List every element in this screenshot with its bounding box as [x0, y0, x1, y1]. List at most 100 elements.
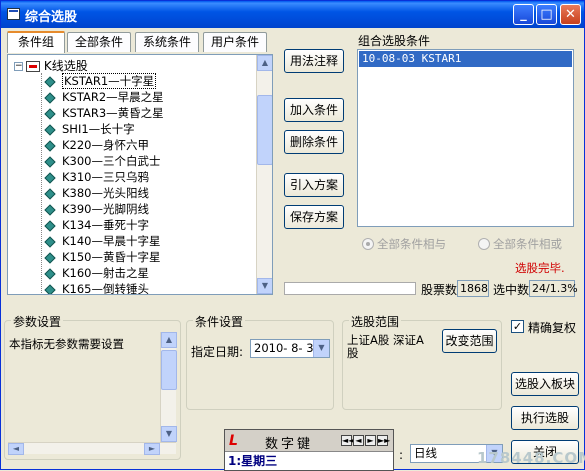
list-item[interactable]: 10-08-03 KSTAR1 — [359, 51, 572, 67]
or-radio[interactable] — [478, 238, 490, 250]
tree-item[interactable]: K220—身怀六甲 — [44, 137, 149, 153]
change-range-button[interactable]: 改变范围 — [442, 329, 497, 353]
scroll-up-icon[interactable]: ▲ — [257, 55, 272, 71]
param-text: 本指标无参数需要设置 — [9, 337, 124, 351]
close-window-button[interactable]: ✕ — [560, 4, 581, 25]
combo-conditions-label: 组合选股条件 — [358, 34, 431, 48]
formula-icon — [44, 107, 56, 120]
add-condition-button[interactable]: 加入条件 — [284, 98, 344, 122]
condition-tree[interactable]: − K线选股 KSTAR1—十字星 KSTAR2—早晨之星 KSTAR3—黄昏之… — [7, 54, 273, 295]
formula-icon — [44, 235, 56, 248]
usage-notes-button[interactable]: 用法注释 — [284, 49, 344, 73]
tree-item[interactable]: K300—三个白武士 — [44, 153, 161, 169]
scroll-down-icon[interactable]: ▼ — [257, 278, 272, 294]
tree-item[interactable]: KSTAR2—早晨之星 — [44, 89, 164, 105]
date-value: 2010- 8- 3 — [254, 341, 314, 355]
range-text: 上证A股 深证A股 — [347, 333, 424, 360]
formula-icon — [44, 123, 56, 136]
param-hscrollbar[interactable]: ◄ ► — [8, 442, 176, 455]
delete-condition-button[interactable]: 删除条件 — [284, 130, 344, 154]
formula-icon — [44, 187, 56, 200]
tab-system-conditions[interactable]: 系统条件 — [135, 32, 199, 52]
formula-icon — [44, 203, 56, 216]
folder-icon — [26, 61, 40, 72]
tree-item[interactable]: KSTAR3—黄昏之星 — [44, 105, 164, 121]
prev-page-icon[interactable]: ◄ — [353, 435, 364, 446]
or-radio-label: 全部条件相或 — [493, 237, 562, 251]
formula-icon — [44, 139, 56, 152]
tree-root-label: K线选股 — [43, 59, 88, 73]
window-title: 综合选股 — [25, 10, 78, 25]
run-selection-button[interactable]: 执行选股 — [511, 406, 579, 430]
scroll-up-icon[interactable]: ▲ — [161, 332, 177, 348]
title-bar[interactable]: 综合选股 _ □ ✕ — [1, 1, 584, 28]
and-radio[interactable] — [362, 238, 374, 250]
tree-scrollbar[interactable]: ▲ ▼ — [256, 55, 272, 294]
condition-setting-group: 条件设置 — [186, 313, 334, 410]
param-panel: 本指标无参数需要设置 ▲ ▼ ◄ ► — [8, 332, 177, 455]
keyboard-genie-input[interactable]: 1:星期三 — [225, 453, 393, 470]
selected-count-value: 24/1.3% — [529, 280, 578, 297]
tree-item[interactable]: KSTAR1—十字星 — [44, 73, 157, 89]
tree-root[interactable]: − K线选股 — [14, 57, 88, 73]
first-page-icon[interactable]: ◄◄ — [341, 435, 354, 446]
stock-count-value: 1868 — [457, 280, 489, 297]
tree-item[interactable]: K150—黄昏十字星 — [44, 249, 161, 265]
selected-count-label: 选中数 — [493, 283, 530, 297]
maximize-button[interactable]: □ — [536, 4, 557, 25]
formula-icon — [44, 155, 56, 168]
last-page-icon[interactable]: ►► — [377, 435, 390, 446]
tree-item[interactable]: K134—垂死十字 — [44, 217, 149, 233]
period-colon: : — [399, 448, 404, 462]
next-page-icon[interactable]: ► — [365, 435, 376, 446]
logo-icon: L — [229, 433, 238, 449]
keyboard-genie-title: 数字键 — [265, 437, 314, 452]
formula-icon — [44, 75, 56, 88]
watermark: 178448.COM — [477, 449, 585, 467]
condition-group-legend: 条件设置 — [193, 313, 246, 330]
formula-icon — [44, 251, 56, 264]
tree-item[interactable]: K140—早晨十字星 — [44, 233, 161, 249]
tree-line — [41, 73, 42, 293]
formula-icon — [44, 267, 56, 280]
exact-adjust-label: 精确复权 — [528, 321, 577, 335]
keyboard-genie-header: L 数字键 ◄◄◄ ► ►► — [225, 430, 393, 452]
scroll-left-icon[interactable]: ◄ — [8, 443, 24, 455]
scroll-right-icon[interactable]: ► — [144, 443, 160, 455]
period-value: 日线 — [414, 446, 437, 460]
tree-item[interactable]: K160—射击之星 — [44, 265, 149, 281]
import-plan-button[interactable]: 引入方案 — [284, 173, 344, 197]
scroll-thumb[interactable] — [161, 350, 177, 390]
formula-icon — [44, 283, 56, 294]
keyboard-genie-nav: ◄◄◄ ► ►► — [341, 435, 390, 447]
tab-user-conditions[interactable]: 用户条件 — [203, 32, 267, 52]
window-icon — [7, 8, 20, 20]
tree-item[interactable]: K380—光头阳线 — [44, 185, 149, 201]
param-group-legend: 参数设置 — [11, 313, 64, 330]
keyboard-genie[interactable]: L 数字键 ◄◄◄ ► ►► 1:星期三 — [224, 429, 394, 471]
progress-bar — [284, 282, 416, 295]
combo-conditions-list[interactable]: 10-08-03 KSTAR1 — [357, 49, 574, 227]
tree-item[interactable]: K165—倒转锤头 — [44, 281, 149, 294]
tree-item[interactable]: SHI1—长十字 — [44, 121, 135, 137]
chevron-down-icon[interactable]: ▼ — [313, 340, 329, 357]
and-radio-label: 全部条件相与 — [377, 237, 446, 251]
scroll-down-icon[interactable]: ▼ — [161, 426, 177, 442]
tab-condition-group[interactable]: 条件组 — [7, 31, 65, 53]
scroll-thumb[interactable] — [257, 95, 272, 165]
date-picker[interactable]: 2010- 8- 3 ▼ — [250, 339, 330, 358]
date-label: 指定日期: — [191, 345, 244, 359]
minimize-button[interactable]: _ — [513, 4, 534, 25]
formula-icon — [44, 91, 56, 104]
main-window: 综合选股 _ □ ✕ 条件组 全部条件 系统条件 用户条件 − K线选股 KST… — [0, 0, 585, 471]
save-plan-button[interactable]: 保存方案 — [284, 205, 344, 229]
collapse-icon[interactable]: − — [14, 62, 23, 71]
param-scrollbar[interactable]: ▲ ▼ — [160, 332, 177, 442]
add-to-sector-button[interactable]: 选股入板块 — [511, 372, 579, 396]
status-done-text: 选股完毕. — [515, 261, 565, 275]
tab-all-conditions[interactable]: 全部条件 — [67, 32, 131, 52]
tree-item[interactable]: K390—光脚阴线 — [44, 201, 149, 217]
range-group-legend: 选股范围 — [349, 313, 402, 330]
exact-adjust-checkbox[interactable]: ✓ — [511, 320, 524, 333]
tree-item[interactable]: K310—三只乌鸦 — [44, 169, 149, 185]
